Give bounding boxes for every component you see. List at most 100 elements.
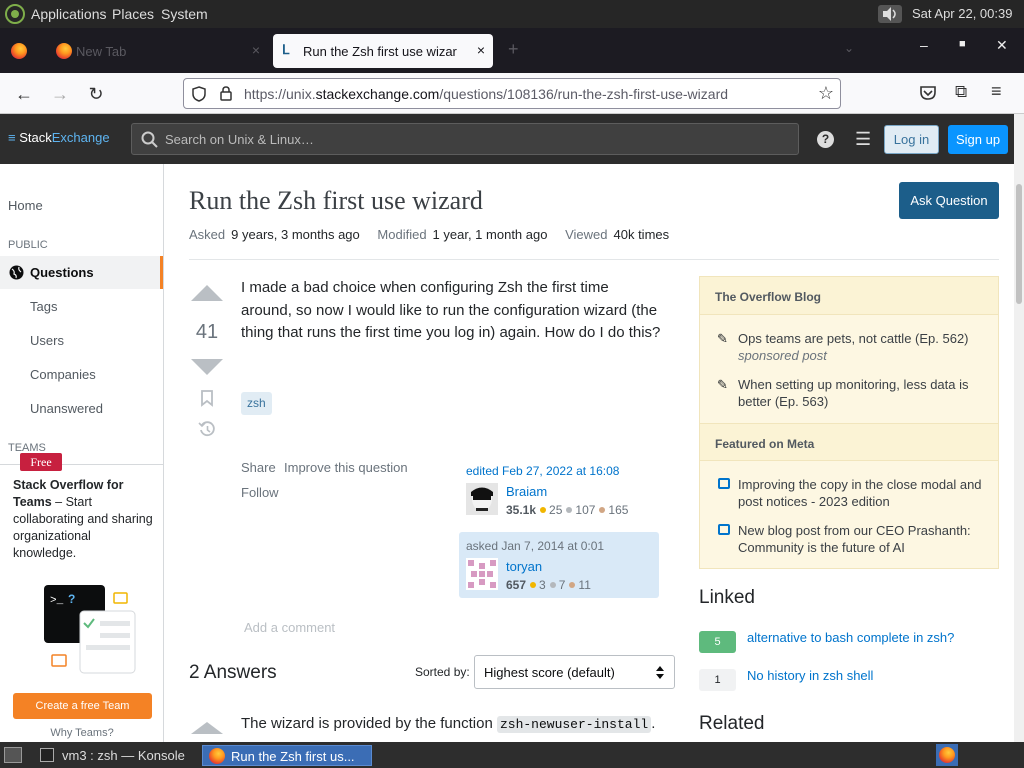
- stackexchange-favicon-icon: ᒪ: [282, 42, 290, 57]
- viewed-label: Viewed: [565, 227, 608, 242]
- history-icon[interactable]: [198, 420, 216, 438]
- linked-question-link[interactable]: No history in zsh shell: [747, 668, 873, 683]
- edited-time-link[interactable]: edited Feb 27, 2022 at 16:08: [466, 464, 619, 478]
- bookmark-star-icon[interactable]: ☆: [818, 83, 834, 104]
- tray-firefox[interactable]: [936, 744, 958, 766]
- clock[interactable]: Sat Apr 22, 00:39: [912, 6, 1012, 21]
- meta-item[interactable]: Improving the copy in the close modal an…: [738, 476, 988, 510]
- reputation-score: 35.1k: [506, 503, 537, 517]
- stackexchange-logo[interactable]: ≡ StackExchange: [8, 130, 110, 145]
- url-text[interactable]: https://unix.stackexchange.com/questions…: [244, 86, 728, 102]
- page-scrollbar[interactable]: [1014, 114, 1024, 742]
- answers-count-heading: 2 Answers: [189, 662, 277, 683]
- blog-item-text[interactable]: Ops teams are pets, not cattle (Ep. 562): [738, 331, 969, 346]
- site-search-input[interactable]: Search on Unix & Linux…: [131, 123, 799, 155]
- extensions-icon[interactable]: ⧉: [955, 82, 967, 102]
- add-comment-link[interactable]: Add a comment: [244, 620, 335, 635]
- sidebar-item-questions[interactable]: Questions: [0, 256, 163, 289]
- tab-new-tab[interactable]: New Tab ×: [40, 34, 268, 68]
- url-bar[interactable]: https://unix.stackexchange.com/questions…: [183, 78, 841, 109]
- firefox-view-icon[interactable]: [11, 43, 27, 59]
- shield-icon[interactable]: [192, 86, 206, 102]
- meta-chat-icon: [718, 524, 730, 535]
- show-desktop-icon[interactable]: [4, 747, 22, 763]
- signup-button[interactable]: Sign up: [948, 125, 1008, 154]
- sidebar-item-unanswered[interactable]: Unanswered: [30, 401, 103, 416]
- linked-score-badge: 1: [699, 669, 736, 691]
- asker-name-link[interactable]: toryan: [506, 559, 542, 574]
- gold-badge-icon: [530, 582, 537, 588]
- upvote-arrow-icon[interactable]: [191, 722, 223, 734]
- logo-stack: Stack: [19, 130, 52, 145]
- upvote-arrow-icon[interactable]: [191, 285, 223, 301]
- linked-score-badge: 5: [699, 631, 736, 653]
- sidebar-item-home[interactable]: Home: [8, 198, 43, 213]
- ask-question-button[interactable]: Ask Question: [899, 182, 999, 219]
- create-team-button[interactable]: Create a free Team: [13, 693, 152, 719]
- avatar[interactable]: [466, 483, 498, 515]
- question-body: I made a bad choice when configuring Zsh…: [241, 279, 661, 341]
- browser-nav-bar: ← → ↻ https://unix.stackexchange.com/que…: [0, 73, 1024, 114]
- editor-name-link[interactable]: Braiam: [506, 484, 547, 499]
- back-arrow-icon[interactable]: ←: [13, 83, 35, 105]
- share-link[interactable]: Share: [241, 460, 276, 475]
- hamburger-menu-icon[interactable]: ≡: [991, 81, 1002, 102]
- blog-item[interactable]: Ops teams are pets, not cattle (Ep. 562)…: [738, 330, 988, 364]
- blog-item-text[interactable]: When setting up monitoring, less data is…: [738, 377, 969, 409]
- lock-icon[interactable]: [220, 86, 232, 101]
- bookmark-icon[interactable]: [200, 390, 214, 407]
- blog-item-note: sponsored post: [738, 348, 827, 363]
- tab-close-icon[interactable]: ×: [252, 42, 260, 58]
- menu-places[interactable]: Places: [112, 6, 154, 22]
- window-close-icon[interactable]: ✕: [996, 37, 1008, 54]
- terminal-icon: [40, 748, 54, 762]
- bronze-badge-count: 165: [608, 503, 629, 517]
- improve-question-link[interactable]: Improve this question: [284, 460, 408, 475]
- asked-time[interactable]: asked Jan 7, 2014 at 0:01: [466, 539, 604, 553]
- maximize-icon[interactable]: ■: [959, 38, 966, 50]
- asked-value: 9 years, 3 months ago: [231, 227, 360, 242]
- site-switcher-icon[interactable]: ☰: [855, 130, 871, 148]
- sidebar-item-companies[interactable]: Companies: [30, 367, 96, 382]
- reload-icon[interactable]: ↻: [85, 83, 107, 105]
- question-title[interactable]: Run the Zsh first use wizard: [189, 186, 483, 216]
- why-teams-link[interactable]: Why Teams?: [0, 727, 164, 739]
- sidebar-item-users[interactable]: Users: [30, 333, 64, 348]
- tab-active[interactable]: ᒪ Run the Zsh first use wizar ×: [273, 34, 493, 68]
- firefox-icon: [56, 43, 72, 59]
- meta-item[interactable]: New blog post from our CEO Prashanth: Co…: [738, 522, 988, 556]
- help-icon[interactable]: ?: [817, 131, 834, 148]
- login-button[interactable]: Log in: [884, 125, 939, 154]
- globe-icon: [9, 265, 24, 280]
- new-tab-plus-icon[interactable]: +: [508, 39, 519, 60]
- forward-arrow-icon[interactable]: →: [49, 83, 71, 105]
- logo-exchange: Exchange: [51, 130, 110, 145]
- downvote-arrow-icon[interactable]: [191, 359, 223, 375]
- overflow-blog-widget: The Overflow Blog ✎ Ops teams are pets, …: [699, 276, 999, 569]
- meta-heading: Featured on Meta: [700, 423, 998, 461]
- linked-question-link[interactable]: alternative to bash complete in zsh?: [747, 630, 954, 645]
- volume-icon[interactable]: [878, 5, 902, 23]
- scrollbar-thumb[interactable]: [1016, 184, 1022, 304]
- blog-item[interactable]: When setting up monitoring, less data is…: [738, 376, 988, 410]
- pocket-icon[interactable]: [919, 85, 937, 101]
- free-badge: Free: [20, 453, 62, 471]
- minimize-icon[interactable]: –: [920, 37, 928, 53]
- taskbar-konsole[interactable]: vm3 : zsh — Konsole: [36, 745, 198, 766]
- distro-logo-icon[interactable]: [5, 4, 25, 24]
- bronze-badge-count: 11: [578, 578, 591, 592]
- answer-sort-select[interactable]: Highest score (default): [474, 655, 675, 689]
- avatar[interactable]: [466, 558, 498, 590]
- menu-applications[interactable]: Applications: [31, 6, 107, 22]
- sidebar-item-tags[interactable]: Tags: [30, 299, 57, 314]
- menu-system[interactable]: System: [161, 6, 208, 22]
- vote-count: 41: [195, 321, 219, 343]
- modified-value[interactable]: 1 year, 1 month ago: [433, 227, 548, 242]
- follow-link[interactable]: Follow: [241, 485, 279, 500]
- tag-zsh[interactable]: zsh: [241, 392, 272, 415]
- taskbar-firefox[interactable]: Run the Zsh first us...: [202, 745, 372, 766]
- asker-reputation: 657 3 7 11: [506, 578, 591, 592]
- list-tabs-chevron-icon[interactable]: ⌄: [844, 41, 854, 55]
- tab-close-icon[interactable]: ×: [477, 42, 485, 58]
- reputation-score: 657: [506, 578, 527, 592]
